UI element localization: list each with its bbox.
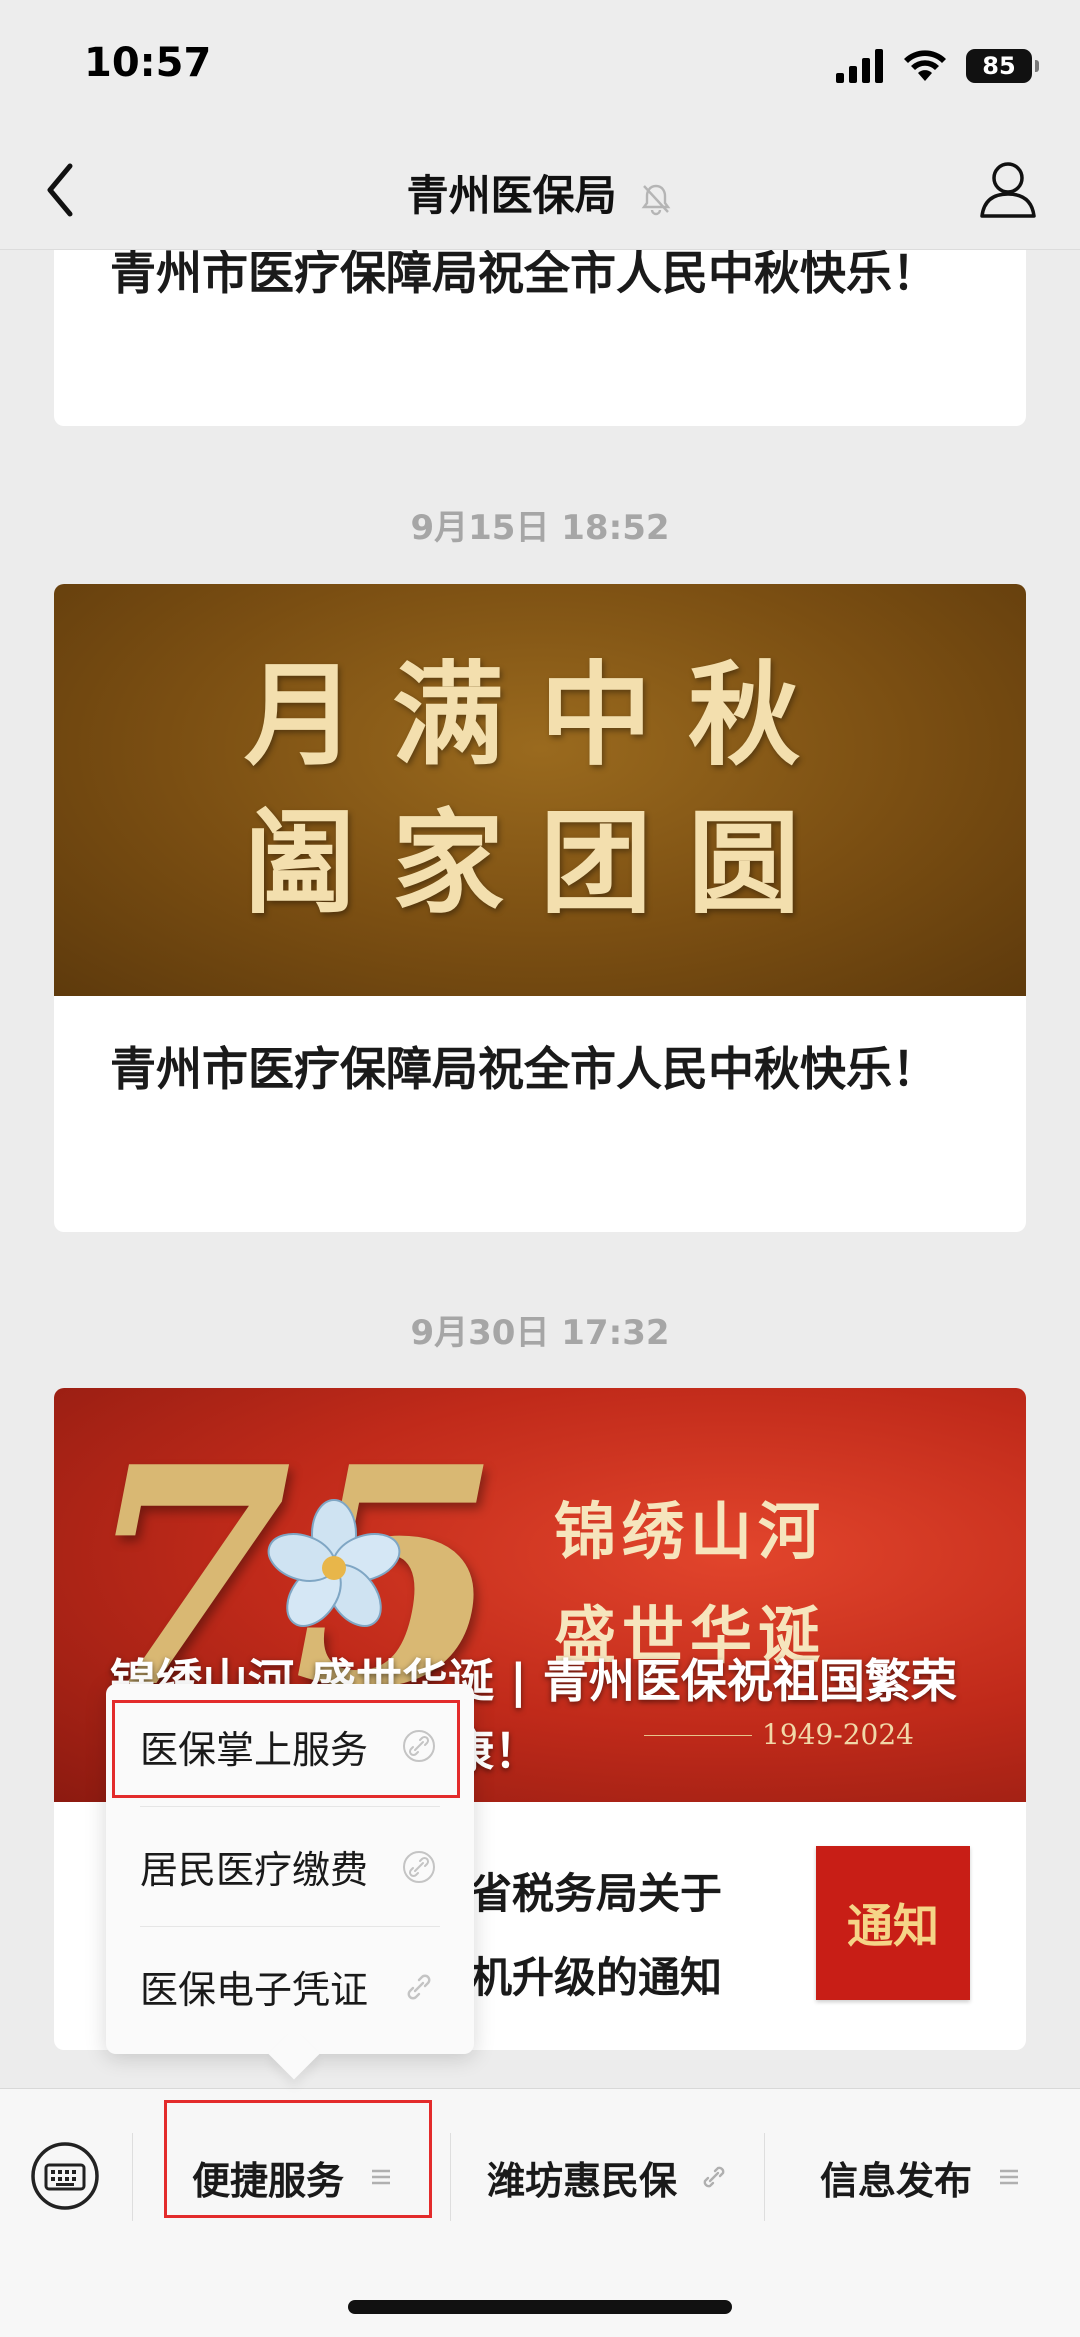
submenu-item-mobile-service[interactable]: 医保掌上服务 [106,1686,474,1806]
menu-tab-label: 便捷服务 [191,2158,344,2203]
service-submenu: 医保掌上服务 居民医疗缴费 医保电子凭证 [106,1684,474,2054]
menu-lines-icon [372,2169,390,2185]
submenu-item-label: 居民医疗缴费 [140,1848,369,1892]
menu-tab-quick-service[interactable]: 便捷服务 [140,2135,448,2219]
keyboard-icon[interactable] [30,2141,100,2211]
thumbnail-text: 通知 [847,1899,939,1953]
submenu-item-label: 医保掌上服务 [140,1727,369,1772]
menu-tab-label: 信息发布 [819,2158,972,2203]
menu-lines-icon [1000,2169,1018,2185]
divider [132,2133,133,2221]
menu-tab-label: 潍坊惠民保 [486,2158,677,2203]
banner-slogan-line: 锦绣山河 [554,1495,827,1568]
link-icon [403,1850,435,1883]
wifi-icon [904,50,946,81]
menu-tab-info-release[interactable]: 信息发布 [766,2135,1078,2219]
page-title: 青州医保局 [0,162,1080,223]
status-time: 10:57 [84,40,212,86]
signal-icon [836,49,883,83]
article-title: 青州市医疗保障局祝全市人民中秋快乐！ [110,1042,938,1096]
link-icon [407,1974,431,1999]
menu-tab-weifang-insurance[interactable]: 潍坊惠民保 [452,2135,764,2219]
top-bar: 10:57 85 青州医保局 [0,0,1080,250]
home-indicator[interactable] [348,2300,732,2314]
divider [450,2133,451,2221]
submenu-item-label: 医保电子凭证 [140,1968,369,2012]
mute-bell-icon [641,184,671,215]
submenu-item-resident-payment[interactable]: 居民医疗缴费 [140,1806,440,1926]
account-name: 青州医保局 [406,171,617,220]
link-icon [403,1730,435,1762]
battery-level: 85 [982,52,1016,80]
article-cover-image: 月满中秋 阖家团圆 [54,584,1026,996]
link-icon [703,2166,725,2188]
message-timestamp: 9月30日 17:32 [410,1313,670,1353]
divider [764,2133,765,2221]
profile-icon[interactable] [978,158,1038,220]
banner-line: 月满中秋 [244,650,836,781]
sub-article-thumbnail: 通知 [816,1846,970,2000]
battery-indicator: 85 [966,49,1039,83]
status-icons: 85 [836,46,1039,86]
flower-icon [267,1499,401,1627]
banner-line: 阖家团圆 [244,798,836,929]
submenu-item-e-voucher[interactable]: 医保电子凭证 [140,1926,440,2046]
message-timestamp: 9月15日 18:52 [410,508,670,548]
article-card[interactable]: 月满中秋 阖家团圆 青州市医疗保障局祝全市人民中秋快乐！ [54,584,1026,1232]
